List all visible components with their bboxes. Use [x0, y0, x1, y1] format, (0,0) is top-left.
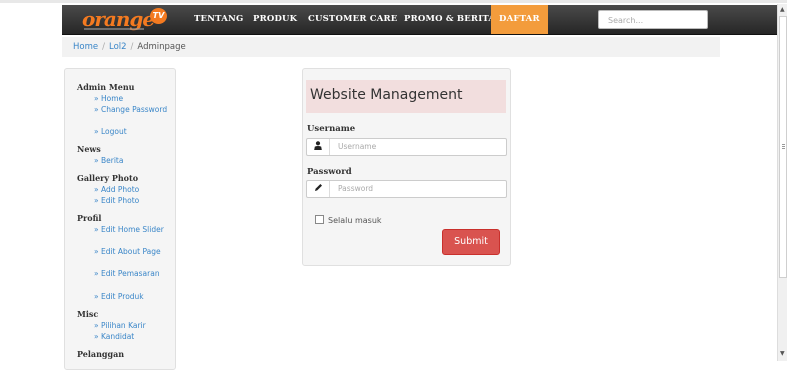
- sidebar-link-add-photo[interactable]: » Add Photo: [77, 184, 171, 195]
- breadcrumb-current: Adminpage: [137, 42, 186, 52]
- sidebar-link-label: » Add Photo: [94, 185, 140, 194]
- checkbox-box[interactable]: [315, 215, 324, 224]
- page-title: Website Management: [310, 87, 463, 103]
- password-placeholder: Password: [338, 184, 374, 193]
- sidebar-section-profil: Profil: [77, 213, 102, 223]
- pencil-icon: [307, 181, 330, 197]
- admin-sidebar: Admin Menu » Home » Change Password » Lo…: [64, 68, 176, 370]
- sidebar-link-edit-photo[interactable]: » Edit Photo: [77, 195, 171, 206]
- sidebar-section-pelanggan: Pelanggan: [77, 349, 125, 359]
- password-field[interactable]: Password: [306, 180, 507, 198]
- vertical-scrollbar[interactable]: ▲ ▼: [777, 4, 787, 361]
- breadcrumb-separator: /: [130, 42, 134, 52]
- sidebar-link-label: » Edit Photo: [94, 196, 140, 205]
- login-panel: Website Management Username Username Pas…: [302, 68, 511, 266]
- sidebar-link-label: » Edit Produk: [94, 292, 144, 301]
- sidebar-link-home[interactable]: » Home: [77, 93, 171, 104]
- nav-item-daftar[interactable]: DAFTAR: [491, 5, 548, 34]
- search-input[interactable]: Search...: [598, 10, 708, 29]
- remember-me-label: Selalu masuk: [328, 216, 382, 225]
- sidebar-link-edit-pemasaran[interactable]: » Edit Pemasaran: [77, 268, 171, 279]
- scroll-up-icon[interactable]: ▲: [780, 6, 785, 13]
- sidebar-link-label: » Edit Pemasaran: [94, 269, 160, 278]
- sidebar-link-edit-about-page[interactable]: » Edit About Page: [77, 246, 171, 257]
- sidebar-link-logout[interactable]: » Logout: [77, 126, 171, 137]
- sidebar-link-kandidat[interactable]: » Kandidat: [77, 331, 171, 342]
- sidebar-link-label: » Edit Home Slider: [94, 225, 164, 234]
- brand-logo[interactable]: orange TV: [82, 5, 167, 34]
- nav-item-produk[interactable]: PRODUK: [253, 5, 297, 34]
- submit-button[interactable]: Submit: [442, 229, 500, 255]
- sidebar-section-misc: Misc: [77, 309, 99, 319]
- sidebar-section-admin-menu: Admin Menu: [77, 82, 135, 92]
- password-label: Password: [307, 167, 352, 177]
- sidebar-section-gallery-photo: Gallery Photo: [77, 173, 139, 183]
- sidebar-link-pilihan-karir[interactable]: » Pilihan Karir: [77, 320, 171, 331]
- nav-item-promo-berita[interactable]: PROMO & BERITA: [404, 5, 495, 34]
- sidebar-link-edit-produk[interactable]: » Edit Produk: [77, 291, 171, 302]
- breadcrumb: Home / Lol2/Adminpage: [62, 37, 720, 57]
- panel-heading: Website Management: [306, 80, 506, 113]
- breadcrumb-separator: /: [102, 42, 105, 52]
- browser-top-strip: [0, 0, 787, 3]
- remember-me-checkbox[interactable]: Selalu masuk: [315, 215, 382, 225]
- sidebar-link-label: » Berita: [94, 156, 124, 165]
- nav-item-customer-care[interactable]: CUSTOMER CARE: [308, 5, 397, 34]
- scrollbar-thumb[interactable]: [779, 16, 787, 278]
- logo-tv-badge: TV: [150, 8, 167, 24]
- sidebar-link-label: » Pilihan Karir: [94, 321, 146, 330]
- sidebar-link-label: » Kandidat: [94, 332, 135, 341]
- sidebar-link-edit-home-slider[interactable]: » Edit Home Slider: [77, 224, 171, 235]
- logo-tagline-bar: [84, 28, 144, 30]
- sidebar-link-change-password[interactable]: » Change Password: [77, 104, 171, 115]
- sidebar-link-label: » Home: [94, 94, 124, 103]
- sidebar-section-news: News: [77, 144, 101, 154]
- username-field[interactable]: Username: [306, 138, 507, 156]
- sidebar-link-label: » Logout: [94, 127, 127, 136]
- sidebar-link-label: » Edit About Page: [94, 247, 161, 256]
- scroll-down-icon[interactable]: ▼: [780, 350, 785, 357]
- user-icon: [307, 139, 330, 155]
- breadcrumb-home[interactable]: Home: [73, 42, 98, 52]
- username-label: Username: [307, 124, 356, 134]
- top-navbar: orange TV TENTANG PRODUK CUSTOMER CARE P…: [62, 5, 778, 35]
- breadcrumb-lol2[interactable]: Lol2: [109, 42, 127, 52]
- username-placeholder: Username: [338, 142, 377, 151]
- nav-item-tentang[interactable]: TENTANG: [194, 5, 243, 34]
- sidebar-link-berita[interactable]: » Berita: [77, 155, 171, 166]
- sidebar-link-label: » Change Password: [94, 105, 168, 114]
